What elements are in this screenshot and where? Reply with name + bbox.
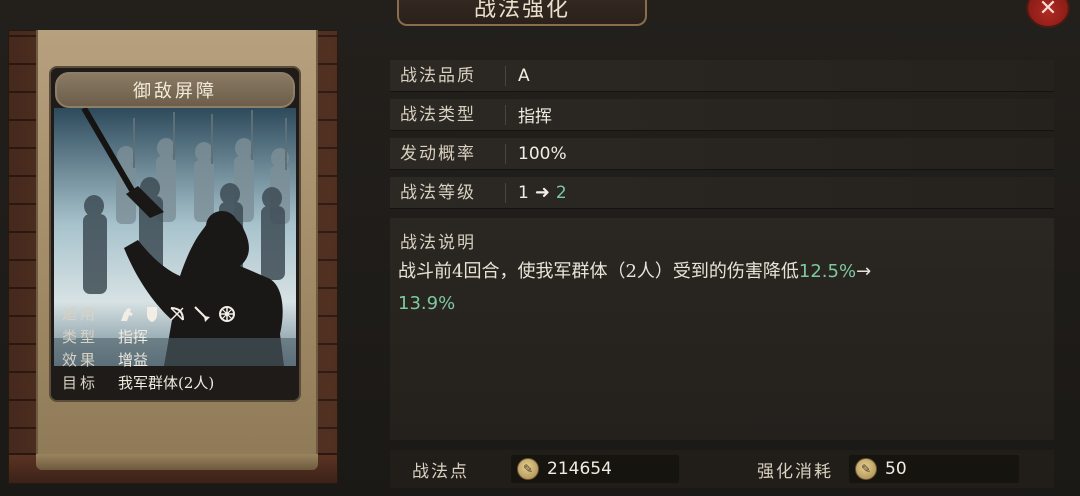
close-icon: ✕	[1038, 0, 1058, 21]
close-button[interactable]: ✕	[1026, 0, 1070, 28]
skill-upgrade-window: 战法强化 ✕ 御敌屏障 适用 类型 指挥 效果 增益 目标 我军群体(2人) 战…	[0, 0, 1080, 496]
bow-icon	[168, 305, 186, 323]
upgrade-cost-value-box: ✎ 50	[849, 455, 1019, 483]
attr-key: 战法品质	[390, 65, 506, 86]
info-key: 适用	[62, 305, 99, 323]
description-body: 战斗前4回合，使我军群体（2人）受到的伤害降低	[398, 261, 799, 282]
info-row-type: 类型 指挥	[54, 325, 296, 348]
skill-point-coin-icon: ✎	[517, 458, 539, 480]
spear-icon	[193, 305, 211, 323]
applicable-troop-icons	[112, 305, 236, 323]
attr-row-quality: 战法品质 A	[390, 60, 1054, 92]
info-key: 类型	[62, 328, 99, 346]
skill-points-value-box: ✎ 214654	[511, 455, 679, 483]
info-key: 效果	[62, 351, 99, 369]
attr-row-level: 战法等级 1 ➜ 2	[390, 177, 1054, 209]
upgrade-cost-label: 强化消耗	[757, 461, 833, 482]
description-arrow: →	[856, 261, 872, 282]
level-next: 2	[555, 182, 567, 203]
info-row-applicable: 适用	[54, 302, 296, 325]
upgrade-cost-value: 50	[885, 459, 907, 479]
skill-card-title-plate: 御敌屏障	[55, 72, 295, 108]
info-key: 目标	[62, 374, 99, 392]
info-row-target: 目标 我军群体(2人)	[54, 371, 296, 394]
shield-icon	[143, 305, 161, 323]
skill-card: 御敌屏障 适用 类型 指挥 效果 增益 目标 我军群体(2人)	[49, 66, 301, 402]
description-text: 战斗前4回合，使我军群体（2人）受到的伤害降低12.5%→ 13.9%	[398, 256, 1038, 320]
skill-points-value: 214654	[547, 459, 612, 479]
attr-value: 指挥	[518, 107, 552, 127]
attr-key: 发动概率	[390, 143, 506, 164]
wheel-icon	[218, 305, 236, 323]
skill-point-coin-icon: ✎	[855, 458, 877, 480]
attr-value: A	[518, 65, 530, 86]
attr-row-probability: 发动概率 100%	[390, 138, 1054, 170]
info-value: 我军群体(2人)	[118, 374, 215, 392]
description-old-value: 12.5%	[798, 261, 857, 282]
cost-bar: 战法点 ✎ 214654 强化消耗 ✎ 50	[390, 450, 1054, 488]
info-value: 指挥	[118, 328, 149, 346]
skill-points-label: 战法点	[412, 461, 469, 482]
description-new-value: 13.9%	[398, 293, 456, 314]
attr-key: 战法类型	[390, 104, 506, 125]
cavalry-icon	[118, 305, 136, 323]
attr-key: 战法等级	[390, 182, 506, 203]
description-panel: 战法说明 战斗前4回合，使我军群体（2人）受到的伤害降低12.5%→ 13.9%	[390, 218, 1054, 440]
info-row-effect: 效果 增益	[54, 348, 296, 371]
level-current: 1	[518, 182, 529, 203]
window-title: 战法强化	[473, 0, 570, 22]
info-value: 增益	[118, 351, 149, 369]
skill-name: 御敌屏障	[133, 81, 217, 102]
attr-value-level: 1 ➜ 2	[506, 182, 567, 203]
attr-value: 100%	[518, 143, 567, 164]
attr-row-type: 战法类型 指挥	[390, 99, 1054, 131]
window-title-banner: 战法强化	[397, 0, 647, 26]
skill-card-info: 适用 类型 指挥 效果 增益 目标 我军群体(2人)	[54, 302, 296, 398]
arrow-right-icon: ➜	[534, 182, 550, 203]
description-label: 战法说明	[400, 233, 476, 253]
